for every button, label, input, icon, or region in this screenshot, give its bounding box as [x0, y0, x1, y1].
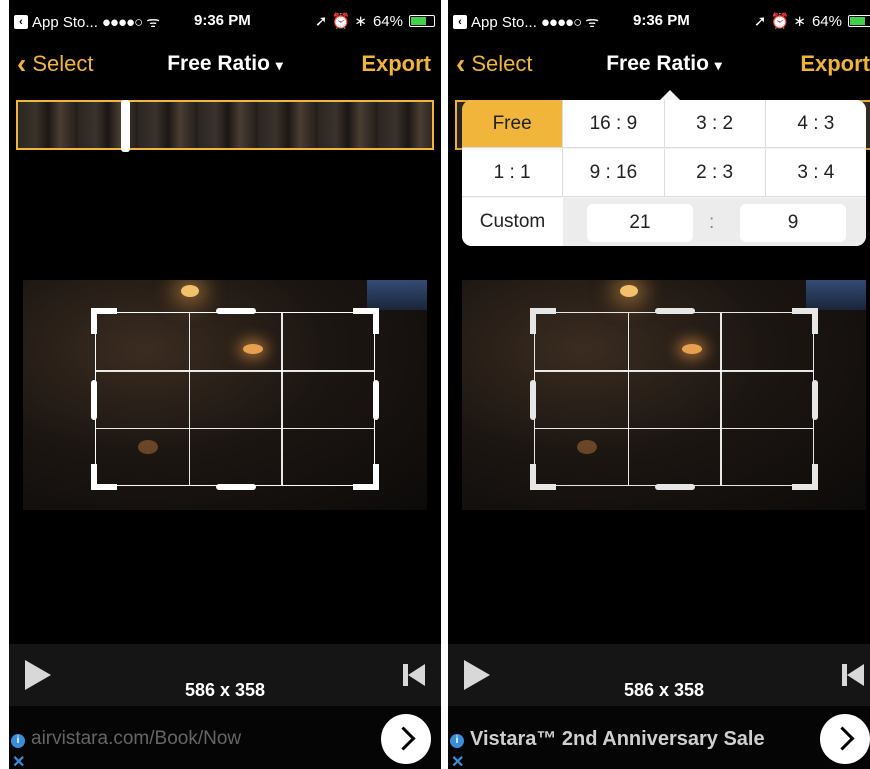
- crop-grid-line: [535, 370, 813, 372]
- clock: 9:36 PM: [633, 12, 690, 29]
- custom-separator: :: [709, 212, 715, 233]
- crop-frame[interactable]: [530, 308, 818, 490]
- caret-down-icon: ▾: [714, 57, 722, 73]
- nav-bar: ‹ Select Free Ratio ▾ Export: [448, 40, 870, 88]
- crop-grid-line: [627, 313, 630, 485]
- ratio-option-3-4[interactable]: 3 : 4: [765, 149, 866, 197]
- export-button[interactable]: Export: [800, 51, 870, 77]
- crop-handle-top[interactable]: [216, 308, 256, 314]
- crop-handle-top-left[interactable]: [530, 308, 556, 334]
- battery-percent: 64%: [372, 12, 403, 30]
- crop-handle-left[interactable]: [530, 380, 536, 420]
- back-app-label: App Sto...: [471, 13, 537, 31]
- playback-toolbar: 586 x 358: [448, 644, 870, 706]
- crop-handle-bottom-left[interactable]: [530, 464, 556, 490]
- back-arrow-icon: ‹: [453, 15, 467, 29]
- wifi-icon: ᯤ: [585, 14, 599, 31]
- crop-grid-line: [96, 370, 374, 372]
- crop-handle-bottom[interactable]: [655, 484, 695, 490]
- crop-handle-top-left[interactable]: [91, 308, 117, 334]
- crop-handle-bottom-right[interactable]: [353, 464, 379, 490]
- ad-close-icon[interactable]: ✕: [451, 752, 464, 769]
- timeline-scrubber-handle[interactable]: [121, 100, 130, 152]
- ratio-option-4-3[interactable]: 4 : 3: [765, 100, 866, 148]
- skip-to-start-icon[interactable]: [403, 664, 425, 686]
- caret-down-icon: ▾: [275, 57, 283, 73]
- clock: 9:36 PM: [194, 12, 251, 29]
- status-icons: ➚ ⏰ ∗: [753, 13, 806, 30]
- crop-handle-right[interactable]: [373, 380, 379, 420]
- back-arrow-icon: ‹: [14, 15, 28, 29]
- crop-handle-right[interactable]: [812, 380, 818, 420]
- page-title: Free Ratio: [167, 52, 270, 75]
- ad-info-icon[interactable]: i: [450, 734, 464, 748]
- status-bar: ‹ App Sto... ●●●●○ ᯤ 9:36 PM ➚ ⏰ ∗ 64%: [448, 0, 870, 40]
- ad-text[interactable]: airvistara.com/Book/Now: [31, 728, 241, 750]
- ratio-option-free[interactable]: Free: [462, 100, 564, 148]
- crop-handle-bottom-left[interactable]: [91, 464, 117, 490]
- playback-toolbar: 586 x 358: [9, 644, 441, 706]
- video-window: [806, 280, 866, 310]
- crop-handle-bottom-right[interactable]: [792, 464, 818, 490]
- ratio-option-custom[interactable]: Custom: [462, 198, 563, 246]
- crop-dimensions: 586 x 358: [184, 680, 266, 700]
- crop-grid-line: [96, 427, 374, 430]
- ratio-option-9-16[interactable]: 9 : 16: [563, 149, 665, 197]
- ad-banner[interactable]: i ✕ Vistara™ 2nd Anniversary Sale: [448, 706, 870, 769]
- nav-bar: ‹ Select Free Ratio ▾ Export: [9, 40, 441, 88]
- battery-percent: 64%: [811, 12, 842, 30]
- battery-icon: [409, 15, 435, 27]
- skip-to-start-icon[interactable]: [842, 664, 864, 686]
- video-window: [367, 280, 427, 310]
- crop-handle-top-right[interactable]: [353, 308, 379, 334]
- crop-handle-bottom[interactable]: [216, 484, 256, 490]
- custom-ratio-row: Custom 21 : 9: [462, 198, 866, 246]
- status-bar: ‹ App Sto... ●●●●○ ᯤ 9:36 PM ➚ ⏰ ∗ 64%: [9, 0, 441, 40]
- back-app-label: App Sto...: [32, 13, 98, 31]
- battery-icon: [848, 15, 870, 27]
- crop-grid-line: [720, 313, 722, 485]
- video-light: [181, 285, 199, 297]
- export-button[interactable]: Export: [361, 51, 431, 77]
- crop-frame[interactable]: [91, 308, 379, 490]
- ad-info-icon[interactable]: i: [11, 734, 25, 748]
- back-to-app[interactable]: ‹ App Sto... ●●●●○ ᯤ: [14, 12, 160, 32]
- back-to-app[interactable]: ‹ App Sto... ●●●●○ ᯤ: [453, 12, 599, 32]
- crop-dimensions: 586 x 358: [623, 680, 705, 700]
- custom-width-field[interactable]: 21: [587, 204, 693, 242]
- page-title: Free Ratio: [606, 52, 709, 75]
- crop-handle-left[interactable]: [91, 380, 97, 420]
- ad-text[interactable]: Vistara™ 2nd Anniversary Sale: [470, 728, 765, 751]
- ad-banner[interactable]: i ✕ airvistara.com/Book/Now: [9, 706, 441, 769]
- ratio-option-1-1[interactable]: 1 : 1: [462, 149, 564, 197]
- crop-grid-line: [281, 313, 283, 485]
- screen-left: ‹ App Sto... ●●●●○ ᯤ 9:36 PM ➚ ⏰ ∗ 64% ‹…: [9, 0, 441, 769]
- ratio-option-16-9[interactable]: 16 : 9: [563, 100, 665, 148]
- ratio-option-2-3[interactable]: 2 : 3: [664, 149, 766, 197]
- crop-grid-line: [188, 313, 191, 485]
- custom-height-field[interactable]: 9: [740, 204, 846, 242]
- ratio-option-3-2[interactable]: 3 : 2: [664, 100, 766, 148]
- signal-icon: ●●●●○: [540, 13, 582, 31]
- ad-next-button[interactable]: [820, 714, 870, 764]
- wifi-icon: ᯤ: [146, 14, 160, 31]
- status-icons: ➚ ⏰ ∗: [314, 13, 367, 30]
- ratio-row: 1 : 1 9 : 16 2 : 3 3 : 4: [462, 149, 866, 197]
- video-light: [620, 285, 638, 297]
- ratio-popup: Free 16 : 9 3 : 2 4 : 3 1 : 1 9 : 16 2 :…: [462, 90, 866, 246]
- signal-icon: ●●●●○: [101, 13, 143, 31]
- ad-close-icon[interactable]: ✕: [12, 752, 25, 769]
- ratio-row: Free 16 : 9 3 : 2 4 : 3: [462, 100, 866, 148]
- ad-next-button[interactable]: [381, 714, 431, 764]
- crop-handle-top-right[interactable]: [792, 308, 818, 334]
- screen-right: ‹ App Sto... ●●●●○ ᯤ 9:36 PM ➚ ⏰ ∗ 64% ‹…: [448, 0, 870, 769]
- crop-grid-line: [535, 427, 813, 430]
- timeline-filmstrip[interactable]: [16, 100, 434, 152]
- crop-handle-top[interactable]: [655, 308, 695, 314]
